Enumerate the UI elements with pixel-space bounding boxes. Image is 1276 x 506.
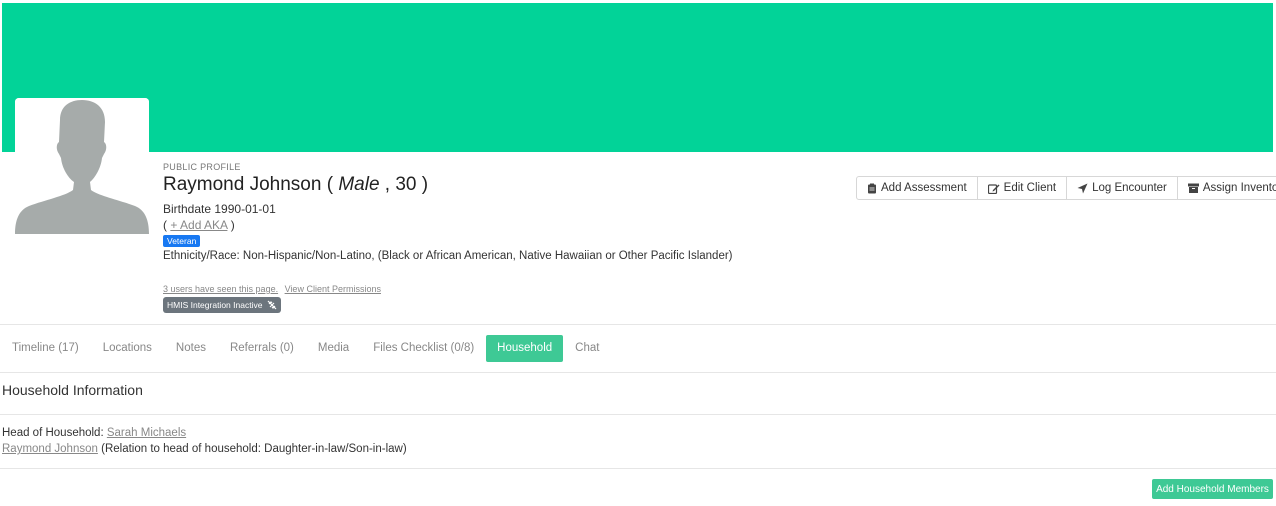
- profile-banner: [2, 3, 1273, 152]
- archive-icon: [1187, 183, 1199, 193]
- birthdate-row: Birthdate 1990-01-01: [163, 202, 276, 216]
- comma-separator: ,: [384, 174, 391, 195]
- birthdate-value: 1990-01-01: [214, 202, 276, 216]
- edit-icon: [987, 183, 1000, 194]
- page-views-row: 3 users have seen this page. View Client…: [163, 284, 385, 294]
- aka-row: ( + Add AKA ): [163, 218, 235, 232]
- assign-inventory-label: Assign Inventory: [1202, 182, 1276, 194]
- tab-locations[interactable]: Locations: [91, 335, 164, 362]
- head-of-household-row: Head of Household: Sarah Michaels: [2, 427, 186, 439]
- paren-close: ): [421, 174, 429, 195]
- add-aka-link[interactable]: + Add AKA: [170, 218, 227, 232]
- unlink-icon: [267, 300, 277, 310]
- divider-tabs: [0, 372, 1276, 373]
- divider-section: [0, 414, 1276, 415]
- tab-files-checklist[interactable]: Files Checklist (0/8): [361, 335, 486, 362]
- edit-client-label: Edit Client: [1003, 182, 1057, 194]
- tab-chat[interactable]: Chat: [563, 335, 611, 362]
- hmis-status-badge: HMIS Integration Inactive: [163, 297, 281, 313]
- tab-timeline[interactable]: Timeline (17): [0, 335, 91, 362]
- add-household-members-button[interactable]: Add Household Members: [1152, 479, 1273, 499]
- client-name-heading: Raymond Johnson ( Male , 30 ): [163, 174, 428, 196]
- tab-referrals[interactable]: Referrals (0): [218, 335, 306, 362]
- ethnicity-row: Ethnicity/Race: Non-Hispanic/Non-Latino,…: [163, 250, 733, 262]
- divider-top: [0, 324, 1276, 325]
- divider-bottom: [0, 468, 1276, 469]
- aka-paren-close: ): [227, 218, 235, 232]
- users-seen-link[interactable]: 3 users have seen this page.: [163, 284, 278, 294]
- household-section-title: Household Information: [2, 382, 143, 398]
- assign-inventory-button[interactable]: Assign Inventory: [1176, 176, 1276, 200]
- log-encounter-button[interactable]: Log Encounter: [1066, 176, 1178, 200]
- avatar: [15, 98, 149, 234]
- ethnicity-label: Ethnicity/Race:: [163, 250, 240, 262]
- add-assessment-label: Add Assessment: [881, 182, 967, 194]
- veteran-badge: Veteran: [163, 235, 201, 247]
- client-age: 30: [395, 174, 417, 195]
- client-name: Raymond Johnson: [163, 174, 322, 195]
- edit-client-button[interactable]: Edit Client: [976, 176, 1068, 200]
- head-of-household-label: Head of Household:: [2, 427, 104, 439]
- tab-household[interactable]: Household: [486, 335, 564, 362]
- paren-open: (: [326, 174, 334, 195]
- log-encounter-label: Log Encounter: [1092, 182, 1167, 194]
- head-of-household-link[interactable]: Sarah Michaels: [107, 427, 186, 439]
- clipboard-icon: [868, 183, 876, 193]
- household-member-link[interactable]: Raymond Johnson: [2, 443, 98, 455]
- public-profile-label: PUBLIC PROFILE: [163, 162, 241, 172]
- household-member-relation: (Relation to head of household: Daughter…: [101, 443, 407, 455]
- location-arrow-icon: [1077, 183, 1088, 193]
- tab-media[interactable]: Media: [306, 335, 361, 362]
- birthdate-label: Birthdate: [163, 202, 212, 216]
- add-assessment-button[interactable]: Add Assessment: [856, 176, 978, 200]
- hmis-status-text: HMIS Integration Inactive: [167, 300, 263, 310]
- ethnicity-value: Non-Hispanic/Non-Latino, (Black or Afric…: [242, 250, 733, 262]
- view-client-permissions-link[interactable]: View Client Permissions: [285, 284, 381, 294]
- client-tabs: Timeline (17) Locations Notes Referrals …: [0, 335, 611, 362]
- user-silhouette-icon: [15, 98, 149, 234]
- household-member-row: Raymond Johnson (Relation to head of hou…: [2, 443, 407, 455]
- client-actions-toolbar: Add Assessment Edit Client Log Encounter…: [856, 176, 1276, 200]
- tab-notes[interactable]: Notes: [164, 335, 218, 362]
- client-gender: Male: [338, 174, 380, 195]
